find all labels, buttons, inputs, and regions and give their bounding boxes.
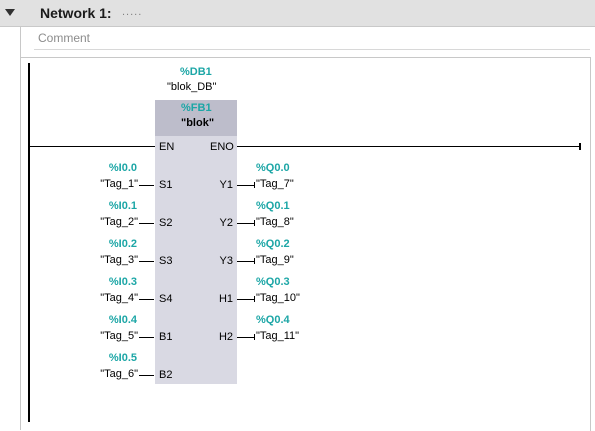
pin-en: EN xyxy=(159,141,175,153)
fb-name: "blok" xyxy=(181,117,215,129)
output-tag[interactable]: "Tag_8" xyxy=(256,216,294,228)
network-title[interactable]: Network 1: xyxy=(40,5,112,21)
output-wire-end xyxy=(254,258,255,264)
input-wire xyxy=(139,375,154,376)
output-address[interactable]: %Q0.1 xyxy=(256,200,290,212)
output-tag[interactable]: "Tag_7" xyxy=(256,178,294,190)
input-tag[interactable]: "Tag_1" xyxy=(100,178,138,190)
input-wire xyxy=(139,223,154,224)
output-tag[interactable]: "Tag_11" xyxy=(256,330,299,342)
input-pin-label: B1 xyxy=(159,331,173,343)
input-address[interactable]: %I0.3 xyxy=(109,276,137,288)
output-pin-label: H1 xyxy=(218,293,233,305)
input-tag[interactable]: "Tag_6" xyxy=(100,368,138,380)
output-wire-end xyxy=(254,296,255,302)
rung-line xyxy=(30,146,580,147)
input-address[interactable]: %I0.5 xyxy=(109,352,137,364)
input-address[interactable]: %I0.1 xyxy=(109,200,137,212)
input-wire xyxy=(139,337,154,338)
fb-address: %FB1 xyxy=(181,102,212,114)
power-rail xyxy=(28,63,30,422)
instance-db-name[interactable]: "blok_DB" xyxy=(167,81,216,93)
input-wire xyxy=(139,185,154,186)
comment-placeholder: Comment xyxy=(38,31,91,45)
output-wire xyxy=(237,223,254,224)
input-pin-label: S3 xyxy=(159,255,173,267)
input-pin-label: S1 xyxy=(159,179,173,191)
output-pin-label: Y2 xyxy=(219,217,233,229)
input-pin-label: S2 xyxy=(159,217,173,229)
input-tag[interactable]: "Tag_2" xyxy=(100,216,138,228)
output-address[interactable]: %Q0.0 xyxy=(256,162,290,174)
network-header[interactable]: Network 1: ..... xyxy=(0,0,595,27)
output-pin-label: Y3 xyxy=(219,255,233,267)
output-wire-end xyxy=(254,220,255,226)
output-pin-label: H2 xyxy=(218,331,233,343)
input-address[interactable]: %I0.0 xyxy=(109,162,137,174)
input-pin-label: B2 xyxy=(159,369,173,381)
output-tag[interactable]: "Tag_10" xyxy=(256,292,300,304)
input-tag[interactable]: "Tag_5" xyxy=(100,330,138,342)
output-wire-end xyxy=(254,182,255,188)
pin-eno: ENO xyxy=(210,141,234,153)
output-wire xyxy=(237,299,254,300)
output-address[interactable]: %Q0.2 xyxy=(256,238,290,250)
input-wire xyxy=(139,299,154,300)
output-wire xyxy=(237,185,254,186)
input-wire xyxy=(139,261,154,262)
output-address[interactable]: %Q0.4 xyxy=(256,314,290,326)
output-wire-end xyxy=(254,334,255,340)
instance-db-address[interactable]: %DB1 xyxy=(180,66,212,78)
comment-field[interactable]: Comment xyxy=(34,27,590,50)
output-wire xyxy=(237,337,254,338)
input-tag[interactable]: "Tag_4" xyxy=(100,292,138,304)
input-address[interactable]: %I0.2 xyxy=(109,238,137,250)
output-address[interactable]: %Q0.3 xyxy=(256,276,290,288)
input-tag[interactable]: "Tag_3" xyxy=(100,254,138,266)
input-pin-label: S4 xyxy=(159,293,173,305)
rung-end-marker xyxy=(579,143,581,150)
output-pin-label: Y1 xyxy=(219,179,233,191)
output-tag[interactable]: "Tag_9" xyxy=(256,254,294,266)
input-address[interactable]: %I0.4 xyxy=(109,314,137,326)
collapse-triangle-icon[interactable] xyxy=(5,9,15,16)
network-title-dots[interactable]: ..... xyxy=(122,6,142,18)
output-wire xyxy=(237,261,254,262)
